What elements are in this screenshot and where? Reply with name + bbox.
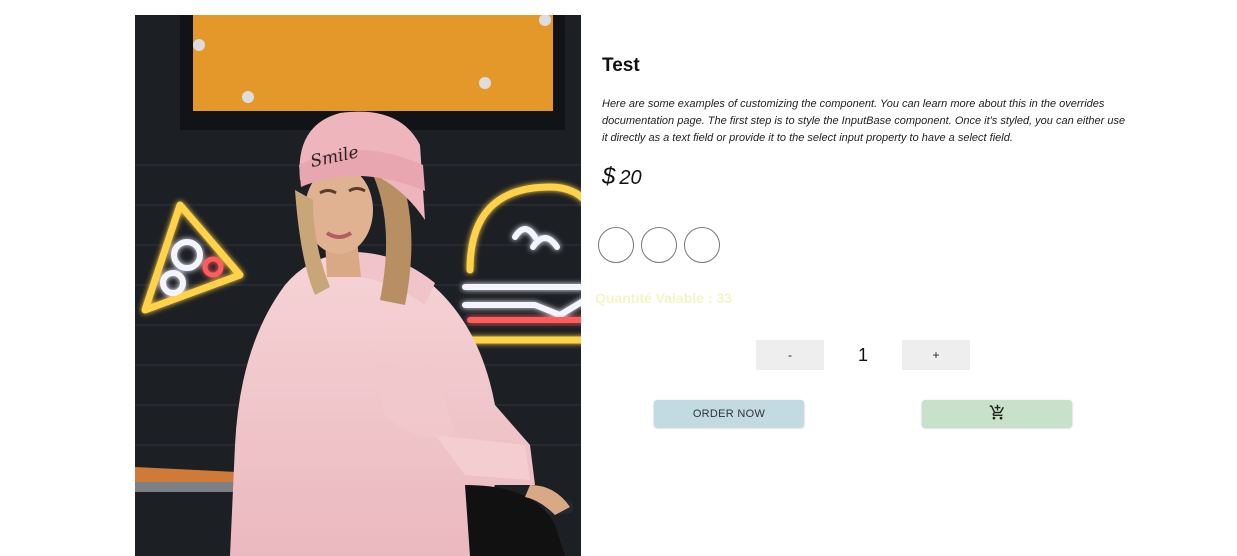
stock-availability: Quantité Valable : 33 [595,290,732,306]
add-to-cart-button[interactable] [922,400,1072,427]
product-price: $ 20 [602,163,642,191]
quantity-value: 1 [857,345,868,365]
price-amount: 20 [619,167,642,189]
product-description: Here are some examples of customizing th… [602,98,1126,144]
product-image: Smile [135,15,581,556]
add-shopping-cart-icon [989,404,1006,424]
decrease-quantity-button[interactable]: - [756,340,824,370]
color-options [598,227,720,263]
color-option-1[interactable] [598,227,634,263]
product-title: Test [602,55,640,76]
increase-quantity-button[interactable]: + [902,340,970,370]
color-option-2[interactable] [641,227,677,263]
order-now-button[interactable]: ORDER NOW [654,400,804,427]
price-currency: $ [602,163,616,190]
product-details: Test Here are some examples of customizi… [595,0,1215,556]
color-option-3[interactable] [684,227,720,263]
